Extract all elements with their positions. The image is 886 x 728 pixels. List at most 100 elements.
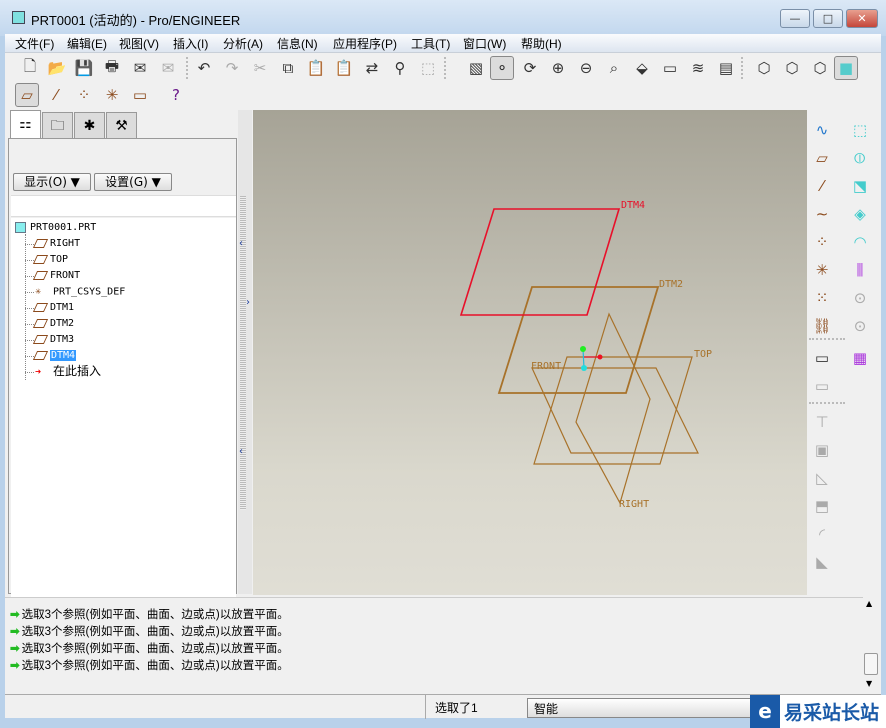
curve-tool-icon[interactable]: ∼	[809, 202, 835, 226]
mirror-icon[interactable]: ⫼	[847, 258, 873, 282]
csys-tool-icon[interactable]: ✳	[809, 258, 835, 282]
tree-node[interactable]: TOP	[32, 252, 68, 267]
chain-icon[interactable]: ⛓	[809, 314, 835, 338]
email-icon[interactable]: ✉	[128, 56, 152, 80]
annotation-feature-icon[interactable]: ▭	[809, 346, 835, 370]
tree-node[interactable]: ✳ PRT_CSYS_DEF	[35, 284, 125, 299]
tree-node[interactable]: PRT0001.PRT	[15, 220, 96, 235]
print-icon[interactable]: 🖶	[100, 56, 124, 80]
regenerate-icon[interactable]: ⇄	[360, 56, 384, 80]
hidden-line-icon[interactable]: ⬡	[780, 56, 804, 80]
tree-node[interactable]: DTM4	[32, 348, 77, 363]
plane-tool-icon[interactable]: ▱	[809, 146, 835, 170]
folder-browser-tab[interactable]: 🗀	[42, 112, 73, 139]
shading-icon[interactable]: ■	[834, 56, 858, 80]
copy-icon[interactable]: ⧉	[276, 56, 300, 80]
minimize-button[interactable]: —	[780, 9, 810, 28]
scroll-up-icon[interactable]: ▲	[866, 599, 872, 608]
point-tool-icon[interactable]: ⁘	[809, 230, 835, 254]
email-link-icon[interactable]: ✉	[156, 56, 180, 80]
axis-tool-icon[interactable]: ⁄	[809, 174, 835, 198]
orient-mode-icon[interactable]: ⟳	[518, 56, 542, 80]
select-box-icon[interactable]: ⬚	[416, 56, 440, 80]
datum-axis-display-icon[interactable]: ⁄	[44, 83, 68, 107]
annotation-display-icon[interactable]: ▭	[128, 83, 152, 107]
copy-annotation-icon[interactable]: ▭	[809, 374, 835, 398]
no-hidden-icon[interactable]: ⬡	[808, 56, 832, 80]
saved-views-icon[interactable]: ▭	[658, 56, 682, 80]
collapse-left-icon[interactable]: ‹	[239, 238, 243, 249]
tree-node[interactable]: DTM1	[32, 300, 74, 315]
shell-icon[interactable]: ▣	[809, 438, 835, 462]
extrude-icon[interactable]: ⬚	[847, 118, 873, 142]
csys-display-icon[interactable]: ✳	[100, 83, 124, 107]
scroll-thumb[interactable]	[864, 653, 878, 675]
connections-tab[interactable]: ⚒	[106, 112, 137, 139]
datum-plane-right[interactable]	[575, 312, 651, 505]
paste-icon[interactable]: 📋	[304, 56, 328, 80]
datum-plane-dtm4[interactable]	[459, 208, 621, 316]
chamfer-icon[interactable]: ◣	[809, 550, 835, 574]
draft-icon[interactable]: ⬒	[809, 494, 835, 518]
menu-item[interactable]: 编辑(E)	[67, 35, 107, 52]
show-dropdown-button[interactable]: 显示(O) ▼	[13, 173, 91, 191]
merge-icon[interactable]: ⊙	[847, 286, 873, 310]
model-tree-tab[interactable]: ⚏	[10, 110, 41, 139]
maximize-button[interactable]: □	[813, 9, 843, 28]
open-folder-icon[interactable]: 📂	[45, 56, 69, 80]
panel-sash[interactable]: ‹ ‹ ›	[238, 110, 252, 594]
message-scrollbar[interactable]: ▲ ▼	[863, 597, 879, 691]
graphics-window[interactable]: DTM4 DTM2 TOP FRONT RIGHT	[253, 110, 807, 595]
wireframe-icon[interactable]: ⬡	[752, 56, 776, 80]
reorient-icon[interactable]: ⬙	[630, 56, 654, 80]
tree-node[interactable]: FRONT	[32, 268, 80, 283]
zoom-out-icon[interactable]: ⊖	[574, 56, 598, 80]
expand-right-icon[interactable]: ›	[246, 297, 250, 308]
menu-item[interactable]: 插入(I)	[173, 35, 208, 52]
tree-node[interactable]: DTM3	[32, 332, 74, 347]
rib-icon[interactable]: ◺	[809, 466, 835, 490]
datum-plane-dtm2[interactable]	[497, 286, 660, 394]
round-icon[interactable]: ◜	[809, 522, 835, 546]
analysis-feature-icon[interactable]: ⁙	[809, 286, 835, 310]
tree-node[interactable]: ➜ 在此插入	[35, 364, 101, 379]
revolve-icon[interactable]: ⦶	[847, 146, 873, 170]
sketch-tool-icon[interactable]: ∿	[809, 118, 835, 142]
find-icon[interactable]: ⚲	[388, 56, 412, 80]
close-button[interactable]: ✕	[846, 9, 878, 28]
sweep-icon[interactable]: ⬔	[847, 174, 873, 198]
menu-item[interactable]: 应用程序(P)	[333, 35, 397, 52]
new-file-icon[interactable]: 🗋	[18, 56, 42, 80]
paste-special-icon[interactable]: 📋	[332, 56, 356, 80]
view-manager-icon[interactable]: ▤	[714, 56, 738, 80]
boundary-blend-icon[interactable]: ◠	[847, 230, 873, 254]
datum-point-display-icon[interactable]: ⁘	[72, 83, 96, 107]
repaint-icon[interactable]: ▧	[464, 56, 488, 80]
trim-icon[interactable]: ⊙	[847, 314, 873, 338]
zoom-in-icon[interactable]: ⊕	[546, 56, 570, 80]
menu-item[interactable]: 窗口(W)	[463, 35, 506, 52]
save-icon[interactable]: 💾	[72, 56, 96, 80]
datum-plane-top[interactable]	[533, 356, 693, 465]
menu-item[interactable]: 信息(N)	[277, 35, 318, 52]
pattern-icon[interactable]: ▦	[847, 346, 873, 370]
hole-icon[interactable]: ⊤	[809, 410, 835, 434]
blend-icon[interactable]: ◈	[847, 202, 873, 226]
tree-node[interactable]: DTM2	[32, 316, 74, 331]
datum-plane-front[interactable]	[531, 367, 699, 454]
favorites-tab[interactable]: ✱	[74, 112, 105, 139]
datum-plane-display-icon[interactable]: ▱	[15, 83, 39, 107]
refit-icon[interactable]: ⌕	[602, 56, 626, 80]
context-help-icon[interactable]: ?	[164, 83, 188, 107]
menu-item[interactable]: 文件(F)	[15, 35, 54, 52]
tree-node[interactable]: RIGHT	[32, 236, 80, 251]
menu-item[interactable]: 帮助(H)	[521, 35, 562, 52]
selection-filter-select[interactable]: 智能	[527, 698, 757, 718]
menu-item[interactable]: 工具(T)	[411, 35, 450, 52]
spin-center-icon[interactable]: ⚬	[490, 56, 514, 80]
settings-dropdown-button[interactable]: 设置(G) ▼	[94, 173, 172, 191]
undo-icon[interactable]: ↶	[192, 56, 216, 80]
layers-icon[interactable]: ≋	[686, 56, 710, 80]
model-view[interactable]: DTM4 DTM2 TOP FRONT RIGHT	[253, 110, 807, 595]
menu-item[interactable]: 视图(V)	[119, 35, 159, 52]
